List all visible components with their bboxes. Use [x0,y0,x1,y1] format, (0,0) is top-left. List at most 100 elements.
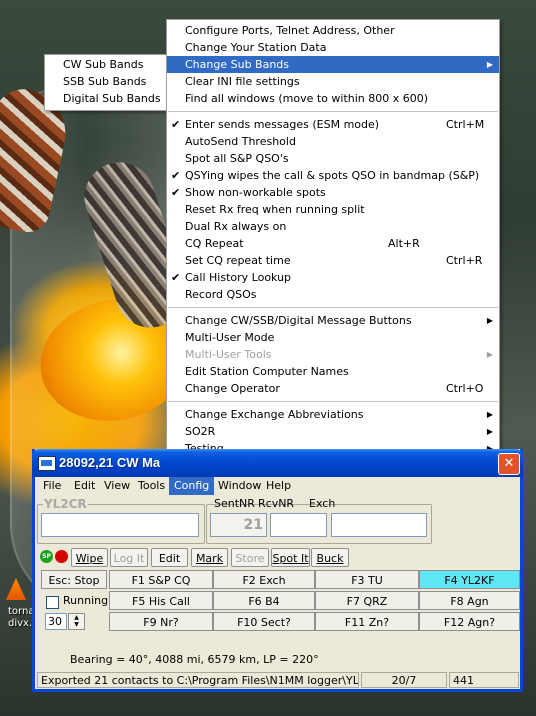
menu-item-label: SO2R [185,425,216,438]
bearing-info: Bearing = 40°, 4088 mi, 6579 km, LP = 22… [70,653,319,666]
menu-item-shortcut: Ctrl+O [446,382,484,395]
submenu-item-cw-sub-bands[interactable]: CW Sub Bands [45,56,167,73]
function-key-f1-s-p-cq[interactable]: F1 S&P CQ [109,570,213,589]
menu-item-cq-repeat[interactable]: CQ Repeat Alt+R [167,235,499,252]
menu-item-set-cq-repeat-time[interactable]: Set CQ repeat time Ctrl+R [167,252,499,269]
function-key-f9-nr[interactable]: F9 Nr? [109,612,213,631]
menu-item-record-qsos[interactable]: Record QSOs [167,286,499,303]
rcv-nr-input[interactable] [270,513,327,537]
menu-item-label: Change Your Station Data [185,41,327,54]
menubar-edit[interactable]: Edit [69,477,100,495]
menu-item-edit-station-computer-names[interactable]: Edit Station Computer Names [167,363,499,380]
menu-item-label: Change Operator [185,382,280,395]
menu-item-dual-rx-always-on[interactable]: Dual Rx always on [167,218,499,235]
menu-item-show-non-workable-spots[interactable]: ✔ Show non-workable spots [167,184,499,201]
menu-item-label: Change Sub Bands [185,58,290,71]
menu-item-clear-ini-file-settings[interactable]: Clear INI file settings [167,73,499,90]
menu-item-label: Set CQ repeat time [185,254,291,267]
submenu-item-ssb-sub-bands[interactable]: SSB Sub Bands [45,73,167,90]
menu-item-autosend-threshold[interactable]: AutoSend Threshold [167,133,499,150]
menu-item-label: Multi-User Mode [185,331,275,344]
buck-button[interactable]: Buck [311,548,349,567]
menu-item-spot-all-s-p-qso-s[interactable]: Spot all S&P QSO's [167,150,499,167]
spin-down-icon[interactable]: ▼ [69,621,84,628]
menubar-tools[interactable]: Tools [133,477,170,495]
menu-item-shortcut: Alt+R [388,237,420,250]
menu-item-change-sub-bands[interactable]: Change Sub Bands ▶ [167,56,499,73]
submenu-item-digital-sub-bands[interactable]: Digital Sub Bands [45,90,167,107]
record-indicator-icon [55,550,68,563]
menu-item-change-your-station-data[interactable]: Change Your Station Data [167,39,499,56]
close-icon[interactable]: ✕ [498,453,520,475]
wipe-button[interactable]: Wipe [71,548,108,567]
edit-button[interactable]: Edit [151,548,188,567]
operator-call-label: YL2CR [43,497,88,511]
menubar-help[interactable]: Help [261,477,296,495]
menubar-window[interactable]: Window [213,477,266,495]
menu-item-label: Clear INI file settings [185,75,300,88]
menu-item-label: Call History Lookup [185,271,292,284]
mark-button[interactable]: Mark [191,548,228,567]
menu-item-change-operator[interactable]: Change Operator Ctrl+O [167,380,499,397]
spin-up-icon[interactable]: ▲ [69,614,84,621]
entry-window: 28092,21 CW Ma ✕ File Edit View Tools Config… [32,449,523,692]
menu-item-enter-sends-messages-esm-mode[interactable]: ✔ Enter sends messages (ESM mode) Ctrl+M [167,116,499,133]
submenu-arrow-icon: ▶ [486,427,493,436]
menu-item-multi-user-tools: Multi-User Tools ▶ [167,346,499,363]
checkmark-icon: ✔ [171,271,181,284]
function-key-f4-yl2kf[interactable]: F4 YL2KF [419,570,520,589]
window-titlebar[interactable]: 28092,21 CW Ma ✕ [32,449,523,477]
menu-item-so2r[interactable]: SO2R ▶ [167,423,499,440]
function-key-f10-sect[interactable]: F10 Sect? [213,612,315,631]
menu-separator [168,401,498,402]
submenu-arrow-icon: ▶ [486,350,493,359]
menu-item-label: Configure Ports, Telnet Address, Other [185,24,395,37]
menu-item-qsying-wipes-the-call-spots-qso-in-bandmap-s-p[interactable]: ✔ QSYing wipes the call & spots QSO in ba… [167,167,499,184]
function-key-f7-qrz[interactable]: F7 QRZ [315,591,419,610]
sp-mode-indicator[interactable]: SP [40,550,53,563]
vlc-cone-icon[interactable] [6,578,26,600]
submenu-arrow-icon: ▶ [486,316,493,325]
menu-item-label: AutoSend Threshold [185,135,296,148]
function-key-f11-zn[interactable]: F11 Zn? [315,612,419,631]
menu-item-change-exchange-abbreviations[interactable]: Change Exchange Abbreviations ▶ [167,406,499,423]
menu-separator [168,111,498,112]
status-count: 20/7 [361,672,447,688]
desktop-icon-label[interactable]: torna [8,606,34,617]
function-key-f2-exch[interactable]: F2 Exch [213,570,315,589]
repeat-spinner[interactable]: ▲ ▼ [68,613,85,630]
menu-item-label: Edit Station Computer Names [185,365,349,378]
function-key-f5-his-call[interactable]: F5 His Call [109,591,213,610]
menu-item-call-history-lookup[interactable]: ✔ Call History Lookup [167,269,499,286]
spot-it-button[interactable]: Spot It [271,548,310,567]
exch-header: Exch [309,497,336,510]
menu-item-change-cw-ssb-digital-message-buttons[interactable]: Change CW/SSB/Digital Message Buttons ▶ [167,312,499,329]
function-key-f3-tu[interactable]: F3 TU [315,570,419,589]
menu-item-multi-user-mode[interactable]: Multi-User Mode [167,329,499,346]
function-key-f8-agn[interactable]: F8 Agn [419,591,520,610]
sent-nr-header: SentNR [214,497,255,510]
function-key-f6-b4[interactable]: F6 B4 [213,591,315,610]
menu-item-reset-rx-freq-when-running-split[interactable]: Reset Rx freq when running split [167,201,499,218]
menubar-config[interactable]: Config [169,477,215,495]
exch-input[interactable] [331,513,427,537]
running-checkbox[interactable] [46,596,59,609]
checkmark-icon: ✔ [171,118,181,131]
repeat-time-input[interactable]: 30 [45,613,67,630]
menubar-view[interactable]: View [99,477,135,495]
menu-item-label: Reset Rx freq when running split [185,203,365,216]
callsign-input[interactable] [41,513,199,537]
function-key-esc-stop[interactable]: Esc: Stop [41,570,107,589]
running-label: Running [63,594,109,607]
window-title: 28092,21 CW Ma [59,455,161,470]
menu-item-shortcut: Ctrl+M [446,118,485,131]
checkmark-icon: ✔ [171,169,181,182]
menu-item-label: Change CW/SSB/Digital Message Buttons [185,314,412,327]
menu-item-configure-ports-telnet-address-other[interactable]: Configure Ports, Telnet Address, Other [167,22,499,39]
menu-item-label: Show non-workable spots [185,186,326,199]
submenu-arrow-icon: ▶ [486,410,493,419]
function-key-f12-agn[interactable]: F12 Agn? [419,612,520,631]
menubar-file[interactable]: File [38,477,66,495]
menu-item-label: Spot all S&P QSO's [185,152,289,165]
menu-item-find-all-windows-move-to-within-800-x-600[interactable]: Find all windows (move to within 800 x 6… [167,90,499,107]
